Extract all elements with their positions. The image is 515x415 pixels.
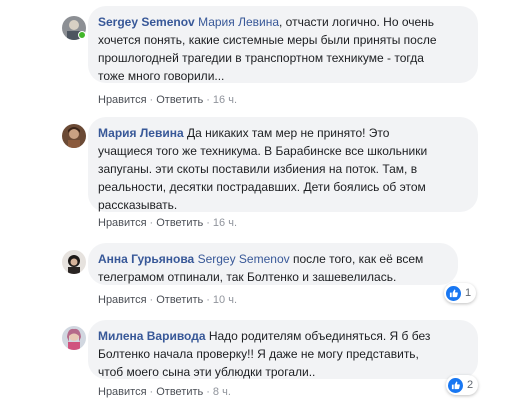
- comment-text-line: хочется понять, какие системные меры был…: [98, 33, 437, 47]
- reply-link[interactable]: Ответить: [156, 94, 203, 106]
- reaction-number: 1: [465, 287, 472, 299]
- comment-author[interactable]: Анна Гурьянова: [98, 252, 194, 266]
- comment-text-line: , отчасти логично. Но очень: [279, 15, 435, 29]
- comment-text-line: запуганы. эти скоты поставили избиения н…: [98, 162, 418, 176]
- comment-bubble: Милена Варивода Надо родителям объединят…: [88, 320, 478, 379]
- comment-timestamp[interactable]: 16 ч.: [213, 94, 237, 106]
- avatar-photo-icon: [62, 326, 86, 350]
- avatar[interactable]: [62, 250, 86, 274]
- like-link[interactable]: Нравится: [98, 294, 147, 306]
- reply-link[interactable]: Ответить: [156, 217, 203, 229]
- comment-bubble: Анна Гурьянова Sergey Semenov после того…: [88, 243, 458, 285]
- comment-actions: Нравится · Ответить · 16 ч.: [98, 217, 238, 229]
- comment-text-line: чтоб моего сына эти ублюдки трогали..: [98, 365, 316, 379]
- comment-author[interactable]: Мария Левина: [98, 126, 184, 140]
- avatar-photo-icon: [62, 250, 86, 274]
- comment-text-line: после того, как её всем: [289, 252, 424, 266]
- comment-text-line: Надо родителям объединяться. Я б без: [205, 329, 431, 343]
- comment-text-line: прошлогодней трагедии в транспортном тех…: [98, 51, 424, 65]
- comment-text-line: телеграмом отпинали, так Болтенко и заше…: [98, 270, 397, 284]
- like-reaction-icon: [448, 377, 463, 393]
- comment-actions: Нравится · Ответить · 16 ч.: [98, 94, 238, 106]
- like-reaction-icon: [446, 285, 461, 301]
- mention-link[interactable]: Мария Левина: [198, 15, 279, 29]
- reaction-count[interactable]: 1: [444, 283, 477, 303]
- comment-timestamp[interactable]: 8 ч.: [213, 386, 231, 398]
- avatar[interactable]: [62, 124, 86, 148]
- online-status-indicator: [78, 31, 86, 39]
- comment-text-line: учащиеся того же техникума. В Барабинске…: [98, 144, 428, 158]
- comment-author[interactable]: Милена Варивода: [98, 329, 206, 343]
- avatar[interactable]: [62, 326, 86, 350]
- reply-link[interactable]: Ответить: [156, 294, 203, 306]
- comment-actions: Нравится · Ответить · 10 ч.: [98, 294, 238, 306]
- comment-text-line: тоже много говорили...: [98, 69, 225, 83]
- comment-actions: Нравится · Ответить · 8 ч.: [98, 386, 231, 398]
- like-link[interactable]: Нравится: [98, 94, 147, 106]
- reaction-count[interactable]: 2: [446, 375, 479, 395]
- reply-link[interactable]: Ответить: [156, 386, 203, 398]
- comment-bubble: Sergey Semenov Мария Левина, отчасти лог…: [88, 6, 478, 83]
- like-link[interactable]: Нравится: [98, 386, 147, 398]
- comment-text-line: рассказывать.: [98, 198, 178, 212]
- comment-author[interactable]: Sergey Semenov: [98, 15, 195, 29]
- comment-text-line: Да никаких там мер не принято! Это: [183, 126, 390, 140]
- like-link[interactable]: Нравится: [98, 217, 147, 229]
- comment-bubble: Мария Левина Да никаких там мер не приня…: [88, 117, 478, 212]
- comment-text-line: Болтенко начала проверку!! Я даже не мог…: [98, 347, 419, 361]
- comment-text-line: реальности, десятки пострадавших. Дети б…: [98, 180, 426, 194]
- comment-thread: Sergey Semenov Мария Левина, отчасти лог…: [0, 0, 515, 415]
- comment-timestamp[interactable]: 16 ч.: [213, 217, 237, 229]
- mention-link[interactable]: Sergey Semenov: [198, 252, 290, 266]
- avatar-photo-icon: [62, 124, 86, 148]
- reaction-number: 2: [467, 379, 474, 391]
- comment-timestamp[interactable]: 10 ч.: [213, 294, 237, 306]
